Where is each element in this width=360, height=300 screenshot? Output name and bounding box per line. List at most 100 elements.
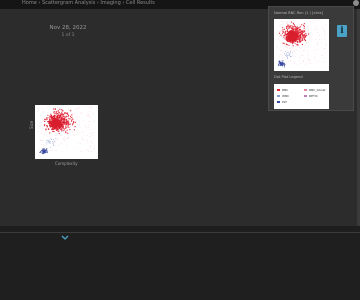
- scatter-point: [47, 117, 49, 119]
- scatter-point: [288, 32, 290, 34]
- scatter-point: [282, 30, 284, 33]
- scatter-point: [304, 58, 305, 60]
- scatter-point: [72, 118, 74, 120]
- scatter-point: [301, 47, 302, 49]
- scatter-point: [78, 127, 80, 128]
- scatter-point: [79, 124, 80, 125]
- scatter-point: [299, 45, 300, 47]
- scatter-point: [281, 62, 283, 63]
- scatter-point: [49, 108, 51, 109]
- info-icon[interactable]: i: [337, 25, 347, 37]
- scatter-point: [69, 123, 71, 126]
- thumbnail-canvas: [276, 20, 327, 68]
- scatter-point: [323, 56, 325, 58]
- scatter-point: [41, 107, 43, 109]
- scatter-point: [81, 112, 82, 113]
- scatter-point: [70, 120, 73, 122]
- scatter-point: [86, 142, 88, 143]
- divider: [0, 232, 360, 233]
- scatter-point: [54, 121, 56, 123]
- scatter-point: [288, 51, 290, 52]
- scatter-point: [298, 23, 299, 24]
- legend-swatch: [304, 95, 307, 97]
- scatter-point: [68, 123, 70, 125]
- chevron-down-icon[interactable]: [60, 235, 70, 241]
- scatter-point: [66, 138, 68, 140]
- scatter-point: [277, 35, 279, 37]
- scatter-point: [280, 34, 282, 36]
- scatter-point: [318, 49, 319, 50]
- scatter-point: [40, 122, 41, 123]
- scatter-point: [310, 60, 311, 61]
- scatter-point: [43, 144, 44, 145]
- scatter-point: [64, 136, 65, 138]
- scatter-point: [279, 60, 281, 62]
- scatter-point: [296, 43, 298, 45]
- scatter-point: [283, 23, 284, 24]
- scatter-point: [49, 129, 50, 130]
- scatter-point: [93, 112, 95, 114]
- scatter-point: [296, 45, 298, 47]
- scatter-point: [321, 42, 323, 44]
- scatter-point: [283, 36, 285, 38]
- scatter-point: [60, 130, 61, 132]
- scatter-point: [57, 109, 59, 111]
- scatter-point: [277, 30, 278, 32]
- scatter-point: [76, 110, 77, 111]
- scatter-point: [301, 23, 303, 25]
- scatter-point: [282, 52, 283, 54]
- scatter-point: [43, 111, 44, 113]
- scatter-point: [46, 149, 48, 151]
- scatter-point: [49, 141, 50, 143]
- scatter-point: [76, 148, 77, 149]
- scatter-point: [41, 121, 43, 122]
- legend-label: PLT: [282, 100, 287, 104]
- scatter-point: [324, 30, 325, 32]
- scatter-point: [291, 48, 293, 50]
- preview-thumbnail[interactable]: [274, 19, 329, 71]
- scatter-point: [301, 43, 303, 46]
- scatter-point: [90, 136, 92, 138]
- scatter-point: [91, 107, 93, 108]
- scatter-point: [61, 118, 63, 120]
- scatter-point: [286, 52, 287, 54]
- scatter-point: [82, 139, 84, 140]
- scatter-point: [69, 116, 72, 118]
- scatter-point: [296, 26, 298, 28]
- scatter-point: [81, 132, 82, 134]
- lower-panel: [0, 230, 360, 300]
- scatter-point: [316, 43, 318, 44]
- page-indicator: 1 of 1: [61, 33, 75, 38]
- scatter-point: [290, 21, 293, 23]
- popup-title[interactable]: Normal RBC Run (1 ) [click]: [274, 11, 323, 15]
- scatter-point: [52, 149, 54, 151]
- scatter-point: [80, 151, 82, 152]
- scatter-point: [57, 138, 58, 140]
- scatter-point: [45, 150, 47, 152]
- scatter-point: [40, 114, 41, 116]
- scatter-point: [56, 149, 57, 151]
- scatter-point: [324, 38, 325, 40]
- scatter-point: [303, 25, 305, 28]
- scatter-point: [68, 118, 70, 120]
- scatter-point: [287, 35, 289, 38]
- breadcrumb[interactable]: Home › Scattergram Analysis › Imaging › …: [22, 0, 155, 7]
- scatter-point: [53, 130, 55, 132]
- scatter-point: [276, 46, 278, 47]
- scatter-point: [42, 148, 44, 150]
- scatter-plot[interactable]: [35, 105, 98, 159]
- scatter-point: [53, 142, 55, 143]
- scatter-point: [298, 37, 300, 39]
- scatter-point: [292, 51, 293, 52]
- scatter-point: [282, 51, 283, 53]
- scatter-point: [45, 126, 47, 127]
- scatter-point: [283, 63, 285, 65]
- scatter-point: [279, 36, 281, 37]
- scatter-point: [66, 144, 67, 146]
- scatter-point: [46, 118, 48, 120]
- scatter-point: [90, 151, 92, 152]
- scatter-point: [303, 49, 305, 50]
- scatter-point: [51, 128, 54, 130]
- scatter-point: [308, 61, 310, 63]
- scatter-point: [299, 57, 301, 58]
